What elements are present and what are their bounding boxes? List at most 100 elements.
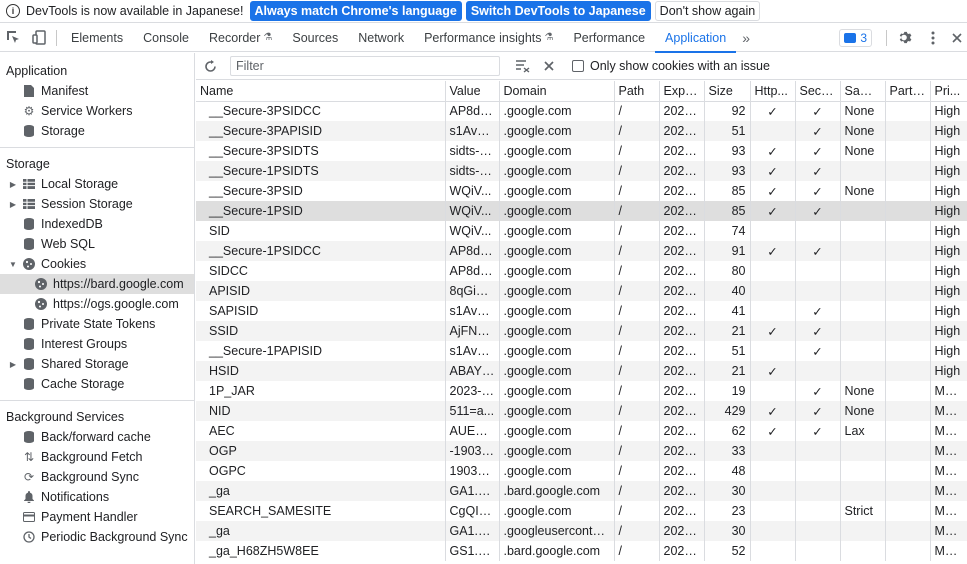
- column-header-path[interactable]: Path: [614, 81, 660, 102]
- sidebar-item-cookie-site-ogs[interactable]: https://ogs.google.com: [0, 294, 194, 314]
- column-header-secure[interactable]: Secure: [795, 81, 841, 102]
- clear-filtered-cookies-icon[interactable]: [510, 53, 536, 79]
- table-row[interactable]: NID 511=a... .google.com/2023... 429 ✓ ✓ None M…: [196, 401, 967, 421]
- table-row[interactable]: AEC AUEFq... .google.com/2023... 62 ✓ ✓ Lax Med…: [196, 421, 967, 441]
- cell-secure: [795, 461, 841, 481]
- cell-domain: .google.com: [499, 241, 615, 261]
- table-header-row: Name Value Domain Path Expir... Size Http... Se…: [196, 81, 967, 102]
- dont-show-again-button[interactable]: Don't show again: [654, 1, 761, 21]
- table-row[interactable]: SAPISID s1AvCj... .google.com/2024... 41 ✓ Hi…: [196, 301, 967, 321]
- sidebar-item-indexeddb[interactable]: IndexedDB: [0, 214, 194, 234]
- table-row[interactable]: __Secure-1PAPISID s1AvCj... .google.com/20…: [196, 341, 967, 361]
- cookie-filter-input[interactable]: [230, 56, 500, 76]
- sidebar-item-service-workers[interactable]: ⚙ Service Workers: [0, 101, 194, 121]
- column-header-expires[interactable]: Expir...: [659, 81, 705, 102]
- tab-recorder[interactable]: Recorder ⚗: [199, 24, 282, 52]
- table-row[interactable]: _ga GA1.1.... .bard.google.com/2024... 30 Me…: [196, 481, 967, 501]
- sidebar-item-background-sync[interactable]: ⟳ Background Sync: [0, 467, 194, 487]
- column-header-samesite[interactable]: Sam...: [840, 81, 886, 102]
- kebab-menu-icon[interactable]: [919, 25, 947, 51]
- sidebar-item-local-storage[interactable]: ▶ Local Storage: [0, 174, 194, 194]
- sidebar-item-label: Web SQL: [41, 237, 95, 251]
- table-row[interactable]: OGPC190343....google.com/2023...48 Medi..…: [196, 461, 967, 481]
- tab-application[interactable]: Application: [655, 24, 737, 53]
- sidebar-item-private-state-tokens[interactable]: Private State Tokens: [0, 314, 194, 334]
- table-row[interactable]: OGP-19034....google.com/2023...33 Medi...: [196, 441, 967, 461]
- cell-value: WQiV...: [445, 181, 500, 201]
- cell-priority: High: [930, 201, 967, 221]
- tab-network[interactable]: Network: [348, 24, 414, 52]
- tab-performance[interactable]: Performance: [563, 24, 655, 52]
- expand-arrow-icon[interactable]: ▶: [8, 360, 18, 369]
- only-issues-checkbox[interactable]: [572, 60, 584, 72]
- gear-icon[interactable]: [891, 25, 919, 51]
- column-header-name[interactable]: Name: [196, 81, 446, 102]
- tab-sources[interactable]: Sources: [282, 24, 348, 52]
- table-row[interactable]: HSID ABAYrr... .google.com/2024... 21 ✓ High: [196, 361, 967, 381]
- cell-value: 8qGiob...: [445, 281, 500, 301]
- cookies-table-container: Name Value Domain Path Expir... Size Http... Se…: [196, 81, 967, 564]
- cell-partition-key: [885, 201, 931, 221]
- tab-console[interactable]: Console: [133, 24, 199, 52]
- column-header-priority[interactable]: Pri...: [930, 81, 967, 102]
- table-row[interactable]: SID WQiV... .google.com/2024... 74 High: [196, 221, 967, 241]
- sidebar-item-session-storage[interactable]: ▶ Session Storage: [0, 194, 194, 214]
- table-row[interactable]: __Secure-3PSIDTS sidts-C... .google.com/20…: [196, 141, 967, 161]
- expand-arrow-icon[interactable]: ▶: [8, 200, 18, 209]
- table-row[interactable]: __Secure-1PSID WQiV... .google.com/2024...…: [196, 201, 967, 221]
- device-toolbar-icon[interactable]: [26, 25, 52, 51]
- table-row[interactable]: __Secure-3PSIDCC AP8dLt... .google.com/202…: [196, 101, 967, 121]
- column-header-httponly[interactable]: Http...: [750, 81, 796, 102]
- cell-size: 21: [704, 321, 751, 341]
- sidebar-item-periodic-background-sync[interactable]: Periodic Background Sync: [0, 527, 194, 547]
- cell-priority: Medi...: [930, 461, 967, 481]
- sidebar-item-cookie-site-bard[interactable]: https://bard.google.com: [0, 274, 194, 294]
- cell-secure: ✓: [795, 241, 841, 261]
- table-row[interactable]: _ga GA1.2.... .googleuserconte.../2024... 3…: [196, 521, 967, 541]
- sidebar-item-manifest[interactable]: Manifest: [0, 81, 194, 101]
- column-header-domain[interactable]: Domain: [499, 81, 615, 102]
- cell-httponly: ✓: [750, 361, 796, 381]
- sidebar-item-storage[interactable]: Storage: [0, 121, 194, 141]
- issues-counter-button[interactable]: 3: [839, 28, 872, 47]
- more-tabs-chevron-icon[interactable]: »: [736, 30, 756, 46]
- table-row[interactable]: _ga_H68ZH5W8EE GS1.1.... .bard.google.com /…: [196, 541, 967, 561]
- table-row[interactable]: APISID 8qGiob... .google.com/2024... 40 High: [196, 281, 967, 301]
- table-row[interactable]: SIDCC AP8dLt... .google.com/2024... 80 High: [196, 261, 967, 281]
- sidebar-item-back-forward-cache[interactable]: Back/forward cache: [0, 427, 194, 447]
- cell-value: AjFNZ...: [445, 321, 500, 341]
- cell-priority: High: [930, 241, 967, 261]
- sidebar-item-shared-storage[interactable]: ▶ Shared Storage: [0, 354, 194, 374]
- cell-value: AP8dLt...: [445, 261, 500, 281]
- sidebar-item-interest-groups[interactable]: Interest Groups: [0, 334, 194, 354]
- tab-elements[interactable]: Elements: [61, 24, 133, 52]
- sidebar-item-cookies[interactable]: ▼ Cookies: [0, 254, 194, 274]
- tab-performance-insights[interactable]: Performance insights ⚗: [414, 24, 563, 52]
- table-row[interactable]: __Secure-1PSIDCC AP8dLt... .google.com/202…: [196, 241, 967, 261]
- language-infobar: i DevTools is now available in Japanese!…: [0, 0, 967, 23]
- sidebar-item-cache-storage[interactable]: Cache Storage: [0, 374, 194, 394]
- cell-secure: [795, 501, 841, 521]
- close-icon[interactable]: [947, 25, 967, 51]
- table-row[interactable]: __Secure-3PAPISID s1AvCj... .google.com/20…: [196, 121, 967, 141]
- table-row[interactable]: __Secure-1PSIDTS sidts-C... .google.com/20…: [196, 161, 967, 181]
- table-row[interactable]: SSID AjFNZ... .google.com/2024... 21 ✓ ✓ High: [196, 321, 967, 341]
- column-header-size[interactable]: Size: [704, 81, 751, 102]
- always-match-language-button[interactable]: Always match Chrome's language: [249, 1, 462, 21]
- collapse-arrow-icon[interactable]: ▼: [8, 260, 18, 269]
- delete-selected-cookie-icon[interactable]: [536, 53, 562, 79]
- table-row[interactable]: SEARCH_SAMESITE CgQIm... .google.com/2023.…: [196, 501, 967, 521]
- table-row[interactable]: 1P_JAR 2023-0... .google.com/2023... 19 ✓ Non…: [196, 381, 967, 401]
- sidebar-item-payment-handler[interactable]: Payment Handler: [0, 507, 194, 527]
- expand-arrow-icon[interactable]: ▶: [8, 180, 18, 189]
- column-header-partition-key[interactable]: Parti...: [885, 81, 931, 102]
- switch-to-japanese-button[interactable]: Switch DevTools to Japanese: [465, 1, 651, 21]
- table-row[interactable]: __Secure-3PSID WQiV... .google.com/2024...…: [196, 181, 967, 201]
- sidebar-item-web-sql[interactable]: Web SQL: [0, 234, 194, 254]
- refresh-icon[interactable]: [196, 53, 224, 79]
- sidebar-item-notifications[interactable]: Notifications: [0, 487, 194, 507]
- column-header-value[interactable]: Value: [445, 81, 500, 102]
- inspect-element-icon[interactable]: [0, 25, 26, 51]
- cell-secure: [795, 361, 841, 381]
- sidebar-item-background-fetch[interactable]: ⇅ Background Fetch: [0, 447, 194, 467]
